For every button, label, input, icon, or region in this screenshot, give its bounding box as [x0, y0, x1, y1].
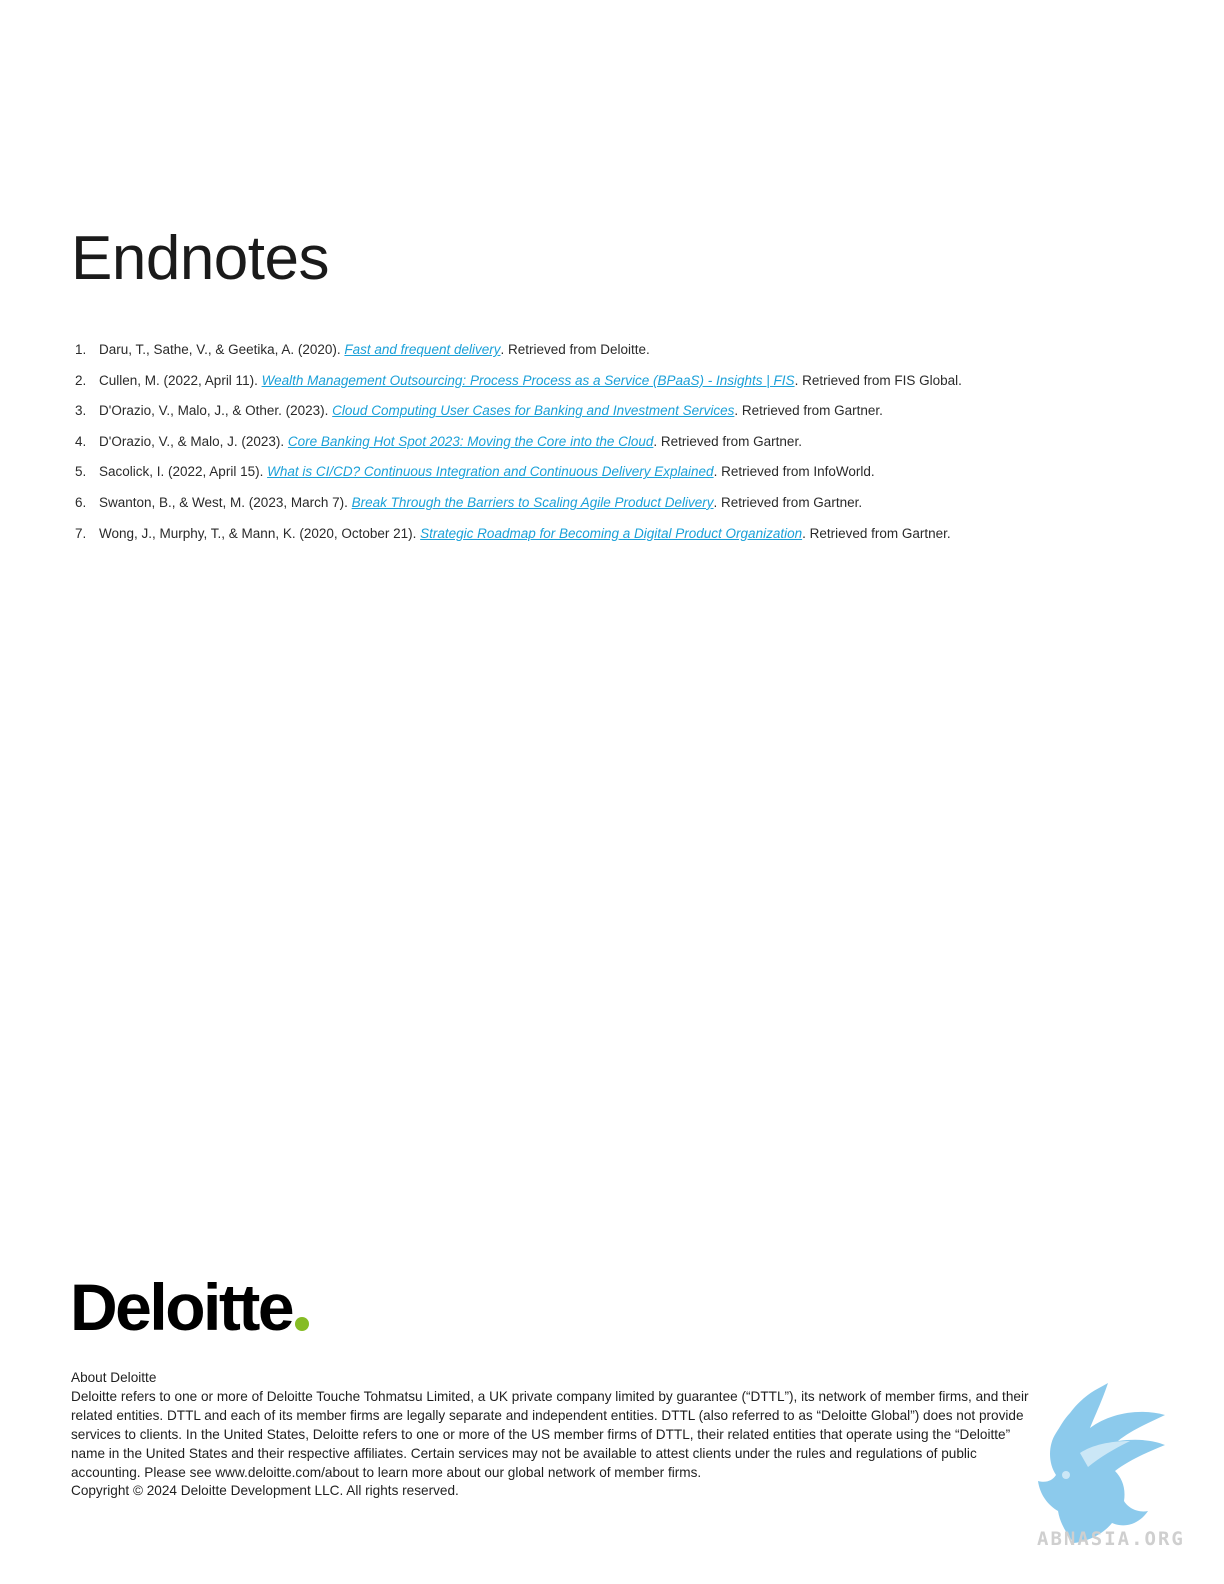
endnote-item: 3. D'Orazio, V., Malo, J., & Other. (202…: [71, 400, 1171, 431]
deloitte-logo: Deloitte: [70, 1268, 310, 1344]
endnote-item: 7. Wong, J., Murphy, T., & Mann, K. (202…: [71, 523, 1171, 554]
endnote-source: . Retrieved from Gartner.: [802, 525, 951, 541]
endnote-citation: Daru, T., Sathe, V., & Geetika, A. (2020…: [99, 342, 345, 357]
endnote-link[interactable]: What is CI/CD? Continuous Integration an…: [267, 464, 714, 479]
endnote-source: . Retrieved from Gartner.: [713, 494, 863, 510]
endnote-text: Cullen, M. (2022, April 11). Wealth Mana…: [99, 370, 962, 392]
endnote-citation: Wong, J., Murphy, T., & Mann, K. (2020, …: [99, 525, 421, 541]
endnote-source: . Retrieved from Gartner.: [734, 403, 883, 419]
endnote-number: 1.: [75, 342, 87, 357]
endnote-link[interactable]: Core Banking Hot Spot 2023: Moving the C…: [288, 434, 653, 449]
endnote-number: 6.: [75, 494, 87, 510]
endnote-citation: Cullen, M. (2022, April 11).: [99, 372, 262, 388]
endnote-item: 2. Cullen, M. (2022, April 11). Wealth M…: [71, 370, 1171, 401]
endnote-item: 1. Daru, T., Sathe, V., & Geetika, A. (2…: [71, 339, 1171, 370]
endnote-citation: Swanton, B., & West, M. (2023, March 7).: [99, 494, 352, 510]
endnote-text: Swanton, B., & West, M. (2023, March 7).…: [99, 492, 862, 514]
endnote-citation: Sacolick, I. (2022, April 15).: [99, 464, 268, 480]
watermark-shape: [1038, 1383, 1165, 1543]
endnote-item: 5. Sacolick, I. (2022, April 15). What i…: [71, 461, 1171, 492]
about-heading: About Deloitte: [71, 1370, 157, 1385]
copyright-notice: Copyright © 2024 Deloitte Development LL…: [71, 1483, 459, 1499]
logo-green-dot: [295, 1317, 310, 1331]
endnote-source: . Retrieved from InfoWorld.: [713, 464, 875, 480]
logo-wordmark: Deloitte: [70, 1270, 295, 1344]
about-body: Deloitte refers to one or more of Deloit…: [71, 1388, 1029, 1480]
endnote-citation: D'Orazio, V., Malo, J., & Other. (2023).: [99, 403, 333, 419]
endnote-link[interactable]: Cloud Computing User Cases for Banking a…: [332, 403, 734, 418]
endnote-text: Wong, J., Murphy, T., & Mann, K. (2020, …: [99, 523, 951, 545]
endnote-link[interactable]: Strategic Roadmap for Becoming a Digital…: [420, 526, 802, 541]
endnote-text: D'Orazio, V., & Malo, J. (2023). Core Ba…: [99, 431, 802, 453]
endnote-number: 7.: [75, 525, 87, 541]
endnote-text: Daru, T., Sathe, V., & Geetika, A. (2020…: [99, 339, 650, 361]
endnote-link[interactable]: Wealth Management Outsourcing: Process P…: [262, 373, 795, 388]
endnote-citation: D'Orazio, V., & Malo, J. (2023).: [99, 433, 288, 449]
about-deloitte: About Deloitte Deloitte refers to one or…: [71, 1369, 1037, 1501]
endnote-link[interactable]: Fast and frequent delivery: [344, 342, 500, 357]
endnote-number: 5.: [75, 464, 87, 480]
watermark-text: ABNASIA.ORG: [1037, 1528, 1185, 1550]
endnote-item: 4. D'Orazio, V., & Malo, J. (2023). Core…: [71, 431, 1171, 462]
endnote-item: 6. Swanton, B., & West, M. (2023, March …: [71, 492, 1171, 523]
endnote-link[interactable]: Break Through the Barriers to Scaling Ag…: [352, 495, 714, 510]
endnote-text: D'Orazio, V., Malo, J., & Other. (2023).…: [99, 400, 883, 422]
endnotes-list: 1. Daru, T., Sathe, V., & Geetika, A. (2…: [71, 339, 1171, 553]
endnote-number: 3.: [75, 403, 87, 419]
endnote-text: Sacolick, I. (2022, April 15). What is C…: [99, 461, 875, 483]
endnote-number: 2.: [75, 372, 87, 388]
endnote-source: . Retrieved from Deloitte.: [500, 342, 650, 357]
endnote-source: . Retrieved from FIS Global.: [794, 372, 962, 388]
endnote-source: . Retrieved from Gartner.: [653, 433, 802, 449]
endnote-number: 4.: [75, 433, 87, 449]
page-title: Endnotes: [71, 224, 330, 293]
